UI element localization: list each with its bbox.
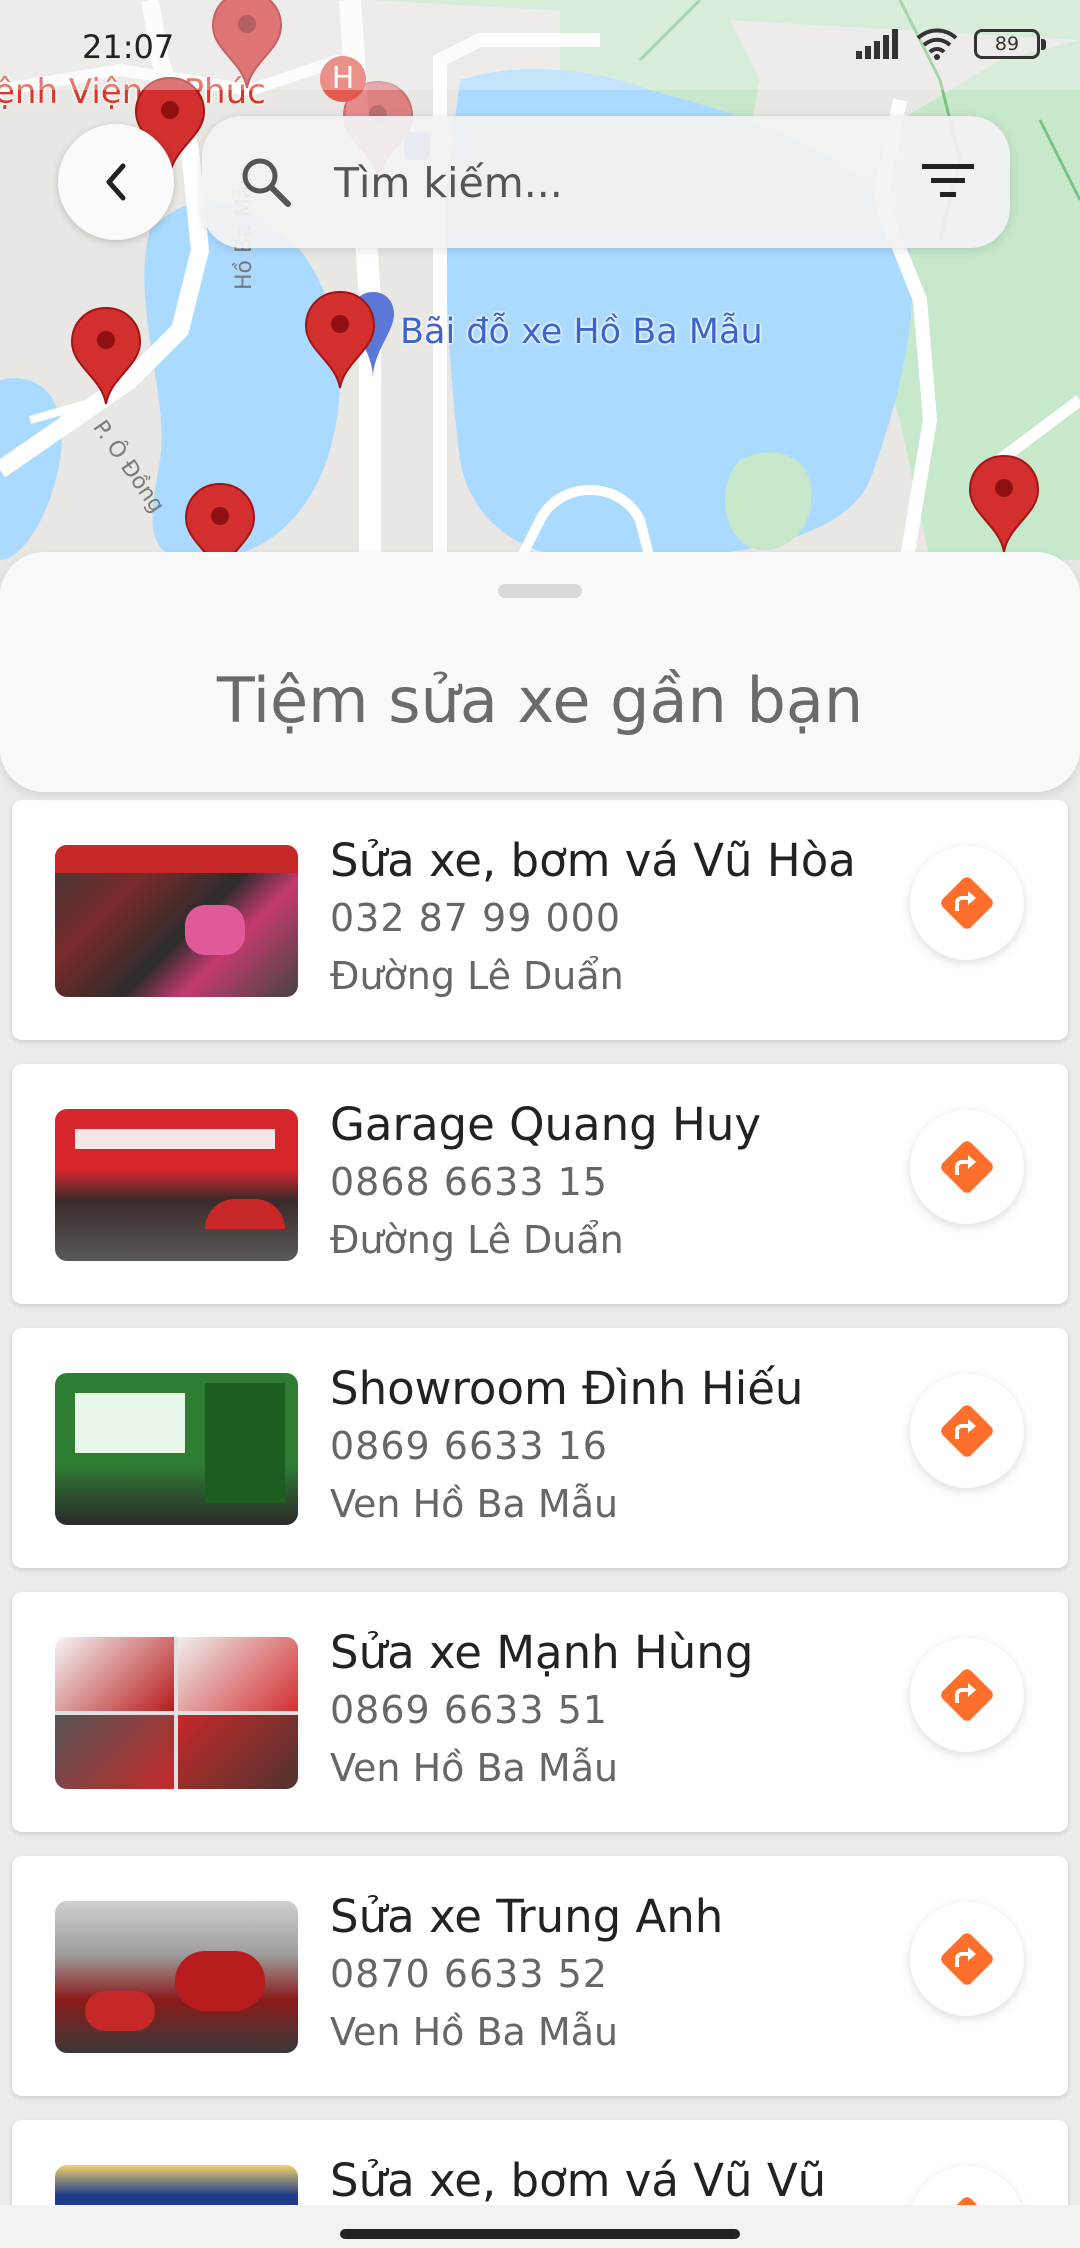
directions-button[interactable] [910,2166,1024,2205]
search-input[interactable] [332,146,896,220]
shop-card[interactable]: Sửa xe, bơm vá Vũ Vũ [12,2120,1068,2205]
shop-name: Garage Quang Huy [330,1098,761,1151]
search-icon [242,158,291,207]
shop-name: Sửa xe, bơm vá Vũ Vũ [330,2154,827,2205]
shop-photo [55,2165,298,2205]
shop-list[interactable]: Sửa xe, bơm vá Vũ Hòa 032 87 99 000 Đườn… [0,800,1080,2205]
shop-name: Sửa xe Mạnh Hùng [330,1626,754,1679]
shop-photo [55,845,298,997]
shop-photo [55,1109,298,1261]
map-view[interactable]: ệnh Viện c Phúc Hồ Ba Mẫu P. Ô Đồng Bãi … [0,0,1080,600]
shop-phone: 0868 6633 15 [330,1160,608,1204]
shop-card[interactable]: Sửa xe, bơm vá Vũ Hòa 032 87 99 000 Đườn… [12,800,1068,1040]
shop-address: Ven Hồ Ba Mẫu [330,2010,619,2054]
search-bar[interactable] [202,116,1010,248]
map-pin-icon[interactable] [70,306,142,406]
shop-address: Đường Lê Duẩn [330,1218,624,1262]
shop-card[interactable]: Sửa xe Mạnh Hùng 0869 6633 51 Ven Hồ Ba … [12,1592,1068,1832]
sheet-title: Tiệm sửa xe gần bạn [216,664,864,737]
shop-phone: 0869 6633 51 [330,1688,608,1732]
map-pin-icon[interactable] [304,290,376,390]
shop-card[interactable]: Sửa xe Trung Anh 0870 6633 52 Ven Hồ Ba … [12,1856,1068,2096]
bottom-sheet-header[interactable]: Tiệm sửa xe gần bạn [0,552,1080,792]
status-icons: 89 [856,28,1046,60]
home-indicator[interactable] [340,2229,740,2239]
shop-card[interactable]: Garage Quang Huy 0868 6633 15 Đường Lê D… [12,1064,1068,1304]
shop-address: Ven Hồ Ba Mẫu [330,1482,619,1526]
directions-button[interactable] [910,1638,1024,1752]
chevron-left-icon [106,163,126,201]
directions-button[interactable] [910,1902,1024,2016]
directions-icon [941,2197,993,2205]
shop-address: Đường Lê Duẩn [330,954,624,998]
shop-name: Sửa xe Trung Anh [330,1890,724,1943]
shop-name: Sửa xe, bơm vá Vũ Hòa [330,834,856,887]
shop-phone: 0869 6633 16 [330,1424,608,1468]
shop-card[interactable]: Showroom Đình Hiếu 0869 6633 16 Ven Hồ B… [12,1328,1068,1568]
directions-button[interactable] [910,1374,1024,1488]
directions-icon [941,1405,993,1457]
shop-photo [55,1901,298,2053]
wifi-icon [916,28,958,60]
shop-address: Ven Hồ Ba Mẫu [330,1746,619,1790]
directions-icon [941,1669,993,1721]
shop-photo [55,1637,298,1789]
directions-button[interactable] [910,846,1024,960]
back-button[interactable] [58,124,174,240]
directions-icon [941,877,993,929]
directions-icon [941,1933,993,1985]
signal-icon [856,29,898,59]
shop-phone: 032 87 99 000 [330,896,622,940]
map-poi-label: Bãi đỗ xe Hồ Ba Mẫu [400,312,763,352]
filter-icon[interactable] [922,160,974,202]
battery-indicator: 89 [974,29,1046,59]
map-pin-icon[interactable] [968,454,1040,554]
directions-button[interactable] [910,1110,1024,1224]
directions-icon [941,1141,993,1193]
status-time: 21:07 [82,28,175,66]
system-nav-bar [0,2205,1080,2248]
status-bar: 21:07 89 [0,0,1080,90]
shop-name: Showroom Đình Hiếu [330,1362,804,1415]
shop-photo [55,1373,298,1525]
drag-handle[interactable] [498,584,582,598]
shop-phone: 0870 6633 52 [330,1952,608,1996]
